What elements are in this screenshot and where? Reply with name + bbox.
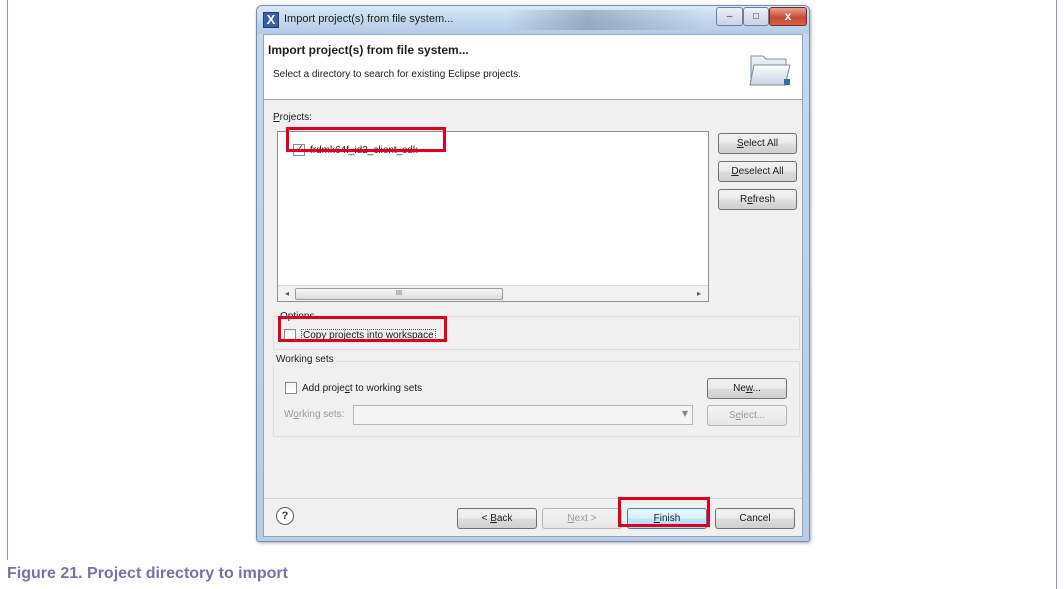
next-button[interactable]: Next > (542, 508, 622, 529)
horizontal-scrollbar[interactable]: ◂ III ▸ (278, 285, 708, 301)
add-to-working-sets-label: Add project to working sets (302, 382, 423, 394)
frame-line-right (1056, 0, 1057, 589)
scrollbar-thumb[interactable]: III (295, 288, 503, 300)
select-working-set-button[interactable]: Select... (707, 405, 787, 426)
dialog-client-area: Import project(s) from file system... Se… (263, 34, 803, 537)
wizard-description: Select a directory to search for existin… (273, 69, 521, 80)
help-icon[interactable]: ? (276, 507, 294, 525)
highlight-copy-option (278, 316, 447, 342)
figure-caption: Figure 21. Project directory to import (7, 565, 288, 582)
footer-divider (264, 498, 802, 499)
projects-label: Projects: (273, 112, 312, 123)
close-button[interactable]: x (769, 7, 807, 26)
back-button[interactable]: < Back (457, 508, 537, 529)
title-bar-blur (507, 10, 707, 30)
cancel-button[interactable]: Cancel (715, 508, 795, 529)
working-sets-field-label: Working sets: (284, 409, 345, 420)
chevron-down-icon[interactable]: ▼ (682, 409, 688, 418)
maximize-button[interactable]: □ (743, 7, 769, 26)
working-sets-combo[interactable]: ▼ (353, 405, 693, 425)
highlight-finish-button (618, 497, 710, 527)
working-sets-label: Working sets (274, 354, 336, 365)
scroll-left-icon[interactable]: ◂ (281, 288, 293, 300)
frame-line-left (7, 0, 8, 560)
new-working-set-button[interactable]: New... (707, 378, 787, 399)
add-to-working-sets-option[interactable]: Add project to working sets (285, 380, 422, 396)
scroll-right-icon[interactable]: ▸ (693, 288, 705, 300)
wizard-header: Import project(s) from file system... Se… (264, 35, 802, 100)
highlight-project-item (286, 127, 446, 152)
wizard-title: Import project(s) from file system... (268, 43, 469, 57)
minimize-button[interactable]: – (716, 7, 743, 26)
folder-open-icon (749, 55, 791, 86)
app-icon: X (263, 12, 279, 28)
projects-list[interactable]: frdmk64f_id2_client_sdk ◂ III ▸ (277, 131, 709, 302)
add-to-working-sets-checkbox[interactable] (285, 382, 297, 394)
select-all-button[interactable]: Select All (718, 133, 797, 154)
title-bar[interactable]: X Import project(s) from file system... … (257, 6, 809, 34)
import-dialog: X Import project(s) from file system... … (256, 5, 810, 542)
refresh-button[interactable]: Refresh (718, 189, 797, 210)
deselect-all-button[interactable]: Deselect All (718, 161, 797, 182)
window-title: Import project(s) from file system... (284, 13, 454, 25)
